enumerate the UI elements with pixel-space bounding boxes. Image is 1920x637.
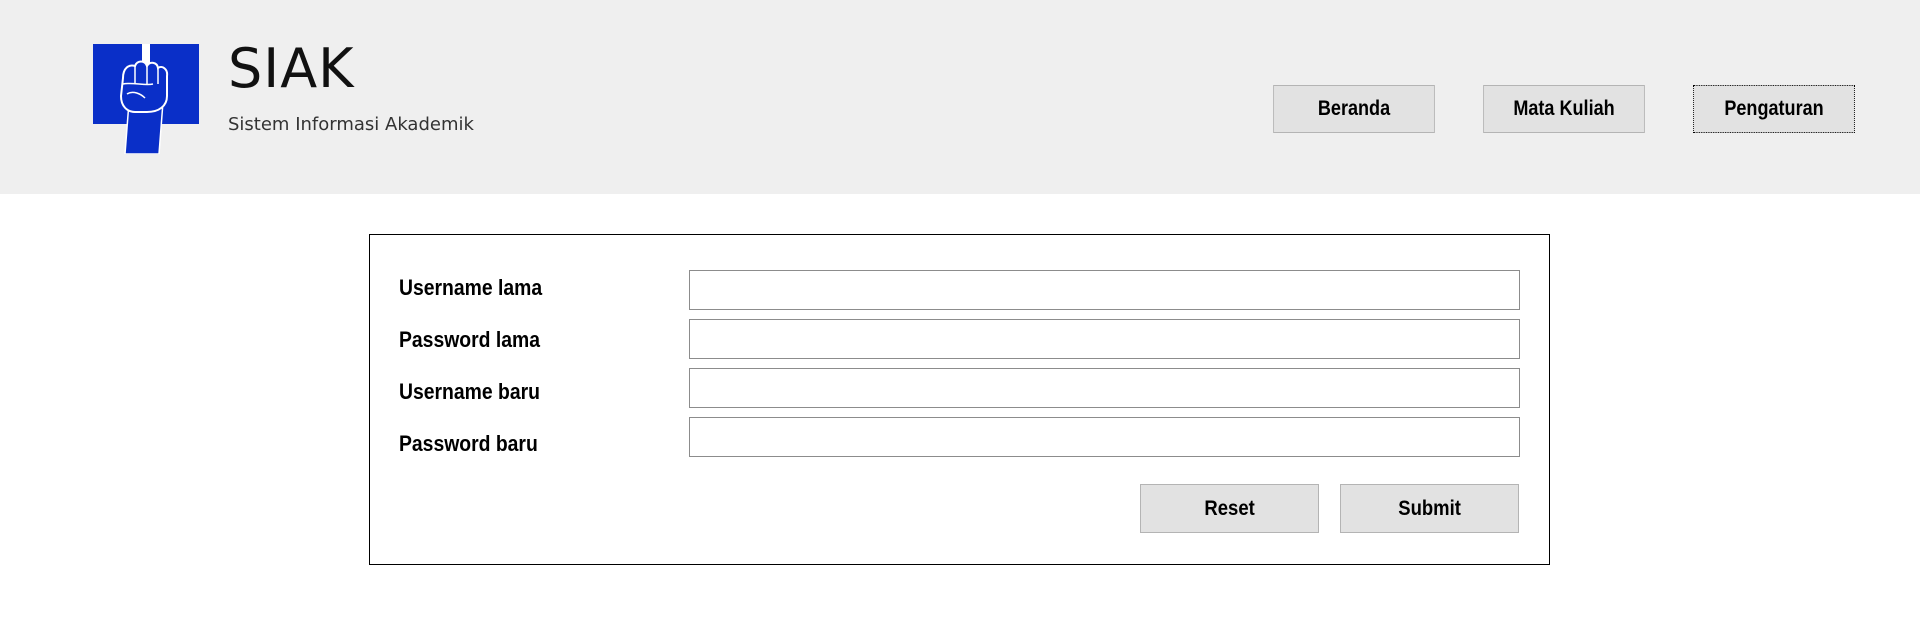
new-username-input[interactable] (689, 368, 1520, 408)
settings-form: Username lama Password lama Username bar… (369, 234, 1550, 565)
nav-button-mata-kuliah[interactable]: Mata Kuliah (1483, 85, 1645, 133)
new-password-label: Password baru (399, 431, 538, 456)
nav-button-label: Mata Kuliah (1513, 97, 1615, 120)
nav-button-beranda[interactable]: Beranda (1273, 85, 1435, 133)
brand-title: SIAK (228, 37, 355, 100)
old-username-label: Username lama (399, 275, 543, 300)
app-header: SIAK Sistem Informasi Akademik Beranda M… (0, 0, 1920, 194)
nav-button-label: Pengaturan (1724, 97, 1824, 120)
reset-button-label: Reset (1204, 496, 1255, 520)
submit-button[interactable]: Submit (1340, 484, 1519, 533)
nav-button-label: Beranda (1317, 97, 1391, 120)
brand-subtitle: Sistem Informasi Akademik (228, 114, 474, 135)
new-username-label: Username baru (399, 379, 540, 404)
siak-logo-icon (93, 44, 199, 154)
old-password-input[interactable] (689, 319, 1520, 359)
submit-button-label: Submit (1398, 496, 1461, 520)
nav-button-pengaturan[interactable]: Pengaturan (1693, 85, 1855, 133)
old-password-label: Password lama (399, 327, 540, 352)
old-username-input[interactable] (689, 270, 1520, 310)
reset-button[interactable]: Reset (1140, 484, 1319, 533)
new-password-input[interactable] (689, 417, 1520, 457)
